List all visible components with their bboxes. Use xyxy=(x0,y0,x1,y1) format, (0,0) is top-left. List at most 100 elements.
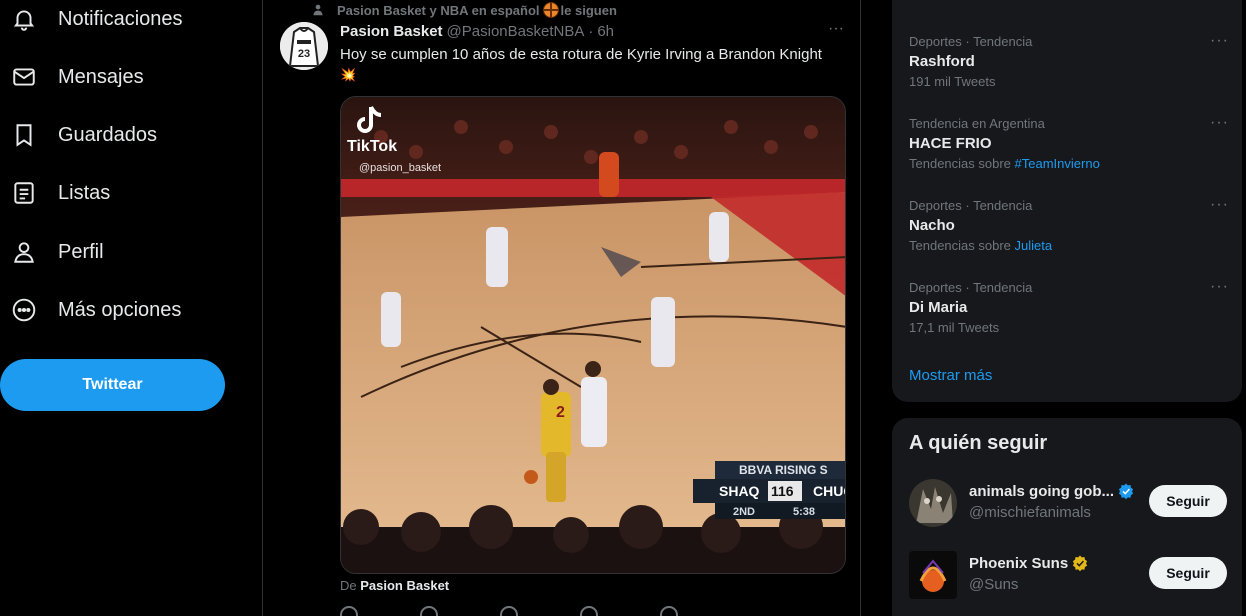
reply-icon[interactable] xyxy=(340,606,358,616)
more-icon[interactable]: ··· xyxy=(1210,32,1229,50)
trend-meta: Tendencia en Argentina xyxy=(909,116,1045,131)
trend-hashtag-link[interactable]: #TeamInvierno xyxy=(1015,156,1100,171)
more-icon[interactable]: ··· xyxy=(826,20,846,40)
trend-meta: Deportes · Tendencia xyxy=(909,198,1033,213)
tweet-actions xyxy=(340,606,840,616)
nav-item-messages[interactable]: Mensajes xyxy=(0,53,144,101)
follow-button[interactable]: Seguir xyxy=(1149,557,1227,589)
nav-label: Perfil xyxy=(58,240,104,263)
retweet-icon[interactable] xyxy=(420,606,438,616)
trend-name: Di Maria xyxy=(909,299,968,316)
nav-label: Notificaciones xyxy=(58,7,183,30)
nav-label: Más opciones xyxy=(58,298,182,321)
trend-item[interactable]: Deportes · Tendencia Rashford 191 mil Tw… xyxy=(909,32,1229,89)
trend-name: Nacho xyxy=(909,217,955,234)
trend-subtext-label: Tendencias sobre xyxy=(909,156,1011,171)
trend-item[interactable]: Deportes · Tendencia Nacho Tendencias so… xyxy=(909,196,1229,253)
trend-meta: Deportes · Tendencia xyxy=(909,280,1033,295)
trend-name: HACE FRIO xyxy=(909,135,992,152)
trend-topic-link[interactable]: Julieta xyxy=(1015,238,1053,253)
social-context-label[interactable]: Pasion Basket y NBA en español xyxy=(337,3,540,18)
tweet-text-body: Hoy se cumplen 10 años de esta rotura de… xyxy=(340,46,822,63)
score-left: 116 xyxy=(771,483,794,499)
tweet-button[interactable]: Twittear xyxy=(0,359,225,411)
trend-subtext-label: Tendencias sobre xyxy=(909,238,1011,253)
nav-item-more-options[interactable]: Más opciones xyxy=(0,286,181,334)
envelope-icon xyxy=(0,53,48,101)
team-right: CHUC xyxy=(813,483,846,499)
trend-subtext: 17,1 mil Tweets xyxy=(909,320,1229,335)
tweet-header: Pasion Basket @PasionBasketNBA · 6h xyxy=(340,23,614,40)
show-more-link[interactable]: Mostrar más xyxy=(909,367,992,384)
more-circle-icon xyxy=(0,286,48,334)
trend-name: Rashford xyxy=(909,53,975,70)
nav-label: Listas xyxy=(58,181,111,204)
avatar[interactable]: 23 xyxy=(280,22,328,70)
timestamp[interactable]: 6h xyxy=(597,23,614,40)
share-icon[interactable] xyxy=(660,606,678,616)
nav-item-notifications[interactable]: Notificaciones xyxy=(0,0,183,43)
period: 2ND xyxy=(733,506,755,518)
trend-subtext: 191 mil Tweets xyxy=(909,74,1229,89)
more-icon[interactable]: ··· xyxy=(1210,196,1229,214)
list-icon xyxy=(0,169,48,217)
separator: · xyxy=(588,23,594,40)
tweet-text: Hoy se cumplen 10 años de esta rotura de… xyxy=(340,45,840,85)
nav-item-profile[interactable]: Perfil xyxy=(0,228,104,276)
svg-text:23: 23 xyxy=(298,48,310,60)
from-source[interactable]: Pasion Basket xyxy=(360,578,449,593)
team-left: SHAQ xyxy=(719,483,760,499)
views-icon[interactable] xyxy=(580,606,598,616)
account-name[interactable]: Phoenix Suns xyxy=(969,555,1068,572)
author-handle[interactable]: @PasionBasketNBA xyxy=(447,23,585,40)
trends-panel: Deportes · Tendencia Rashford 191 mil Tw… xyxy=(892,0,1242,402)
who-to-follow-panel: A quién seguir animals going gob... @mis… xyxy=(892,418,1242,616)
verified-badge-icon xyxy=(1118,483,1134,500)
account-name-row: animals going gob... xyxy=(969,482,1135,500)
collision-emoji: 💥 xyxy=(340,67,357,82)
trend-subtext-label: 17,1 mil Tweets xyxy=(909,320,1000,335)
account-name[interactable]: animals going gob... xyxy=(969,483,1114,500)
left-navigation: Notificaciones Mensajes Guardados Listas… xyxy=(0,0,262,616)
bell-icon xyxy=(0,0,48,43)
trend-subtext: Tendencias sobre Julieta xyxy=(909,238,1229,253)
from-prefix: De xyxy=(340,578,357,593)
author-name[interactable]: Pasion Basket xyxy=(340,23,443,40)
follow-button[interactable]: Seguir xyxy=(1149,485,1227,517)
like-icon[interactable] xyxy=(500,606,518,616)
who-to-follow-title: A quién seguir xyxy=(909,432,1048,454)
person-icon xyxy=(0,228,48,276)
trend-item[interactable]: Tendencia en Argentina HACE FRIO Tendenc… xyxy=(909,114,1229,171)
trend-meta: Deportes · Tendencia xyxy=(909,34,1033,49)
trend-subtext-label: 191 mil Tweets xyxy=(909,74,996,89)
bookmark-icon xyxy=(0,111,48,159)
follow-suggestion[interactable]: animals going gob... @mischiefanimals Se… xyxy=(909,479,1227,531)
nav-item-bookmarks[interactable]: Guardados xyxy=(0,111,157,159)
timeline: Pasion Basket y NBA en español le siguen… xyxy=(262,0,861,616)
follow-suggestion[interactable]: Phoenix Suns @Suns Seguir xyxy=(909,551,1227,603)
nav-label: Mensajes xyxy=(58,65,144,88)
video-frame: 2 TikTok @pasion_basket BBVA RISING S SH… xyxy=(341,97,846,573)
tiktok-handle: @pasion_basket xyxy=(359,162,441,174)
nav-label: Guardados xyxy=(58,123,157,146)
verified-gold-badge-icon xyxy=(1073,555,1088,572)
account-name-row: Phoenix Suns xyxy=(969,554,1089,572)
social-context-suffix: le siguen xyxy=(560,2,617,18)
account-handle: @Suns xyxy=(969,576,1019,593)
tiktok-brand: TikTok xyxy=(347,138,397,155)
avatar[interactable] xyxy=(909,551,957,599)
game-clock: 5:38 xyxy=(793,506,815,518)
social-context: Pasion Basket y NBA en español le siguen xyxy=(311,1,617,19)
media-source: De Pasion Basket xyxy=(340,578,449,593)
jersey-number: 2 xyxy=(556,404,565,421)
more-icon[interactable]: ··· xyxy=(1210,114,1229,132)
more-icon[interactable]: ··· xyxy=(1210,278,1229,296)
avatar[interactable] xyxy=(909,479,957,527)
scoreboard-banner: BBVA RISING S xyxy=(739,463,828,477)
nav-item-lists[interactable]: Listas xyxy=(0,169,110,217)
account-handle: @mischiefanimals xyxy=(969,504,1091,521)
video-player[interactable]: 2 TikTok @pasion_basket BBVA RISING S SH… xyxy=(340,96,846,574)
trend-subtext: Tendencias sobre #TeamInvierno xyxy=(909,156,1229,171)
trend-item[interactable]: Deportes · Tendencia Di Maria 17,1 mil T… xyxy=(909,278,1229,335)
basketball-icon xyxy=(542,2,559,18)
